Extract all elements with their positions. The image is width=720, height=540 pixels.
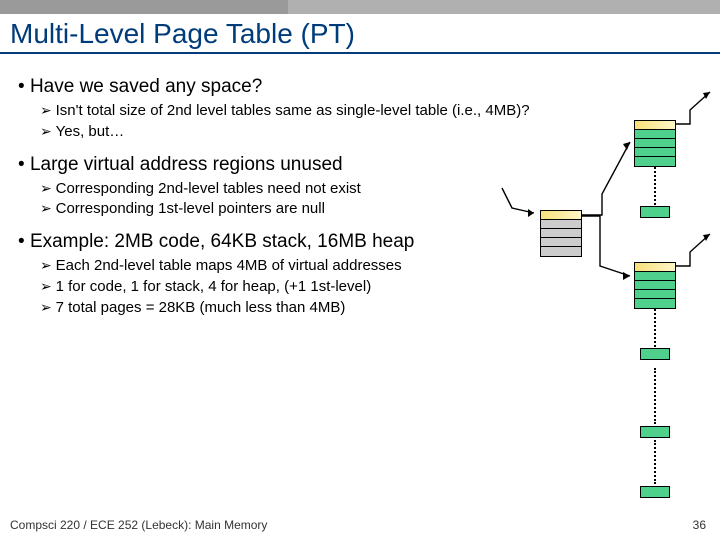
title-underline (0, 52, 720, 54)
bullet-level1: Have we saved any space? (18, 76, 550, 98)
second-level-page-table-a (634, 120, 676, 167)
first-level-page-table (540, 210, 582, 257)
second-level-entry (640, 348, 670, 360)
bullet-level1: Large virtual address regions unused (18, 154, 550, 176)
bullet-level2: Yes, but… (58, 123, 550, 142)
slide-top-bar-accent (0, 0, 288, 14)
slide-top-bar (0, 0, 720, 14)
second-level-page-table-b (634, 262, 676, 309)
page-number: 36 (693, 518, 706, 532)
slide-body: Have we saved any space? Isn't total siz… (0, 60, 560, 317)
bullet-level2: Each 2nd-level table maps 4MB of virtual… (58, 257, 550, 276)
bullet-level2: Corresponding 2nd-level tables need not … (58, 180, 550, 199)
vertical-dots (654, 440, 656, 484)
vertical-dots (654, 368, 656, 424)
bullet-level2: 7 total pages = 28KB (much less than 4MB… (58, 299, 550, 318)
bullet-level2: Corresponding 1st-level pointers are nul… (58, 200, 550, 219)
arrow-into-l1 (502, 188, 542, 218)
bullet-level2: Isn't total size of 2nd level tables sam… (58, 102, 550, 121)
vertical-dots (654, 167, 656, 205)
bullet-level1: Example: 2MB code, 64KB stack, 16MB heap (18, 231, 550, 253)
arrow-frame-b (676, 252, 716, 272)
arrow-frame-a (676, 110, 716, 130)
second-level-entry (640, 206, 670, 218)
second-level-entry (640, 486, 670, 498)
second-level-entry (640, 426, 670, 438)
slide-footer: Compsci 220 / ECE 252 (Lebeck): Main Mem… (10, 518, 267, 532)
slide-title: Multi-Level Page Table (PT) (0, 14, 720, 52)
bullet-level2: 1 for code, 1 for stack, 4 for heap, (+1… (58, 278, 550, 297)
vertical-dots (654, 309, 656, 347)
